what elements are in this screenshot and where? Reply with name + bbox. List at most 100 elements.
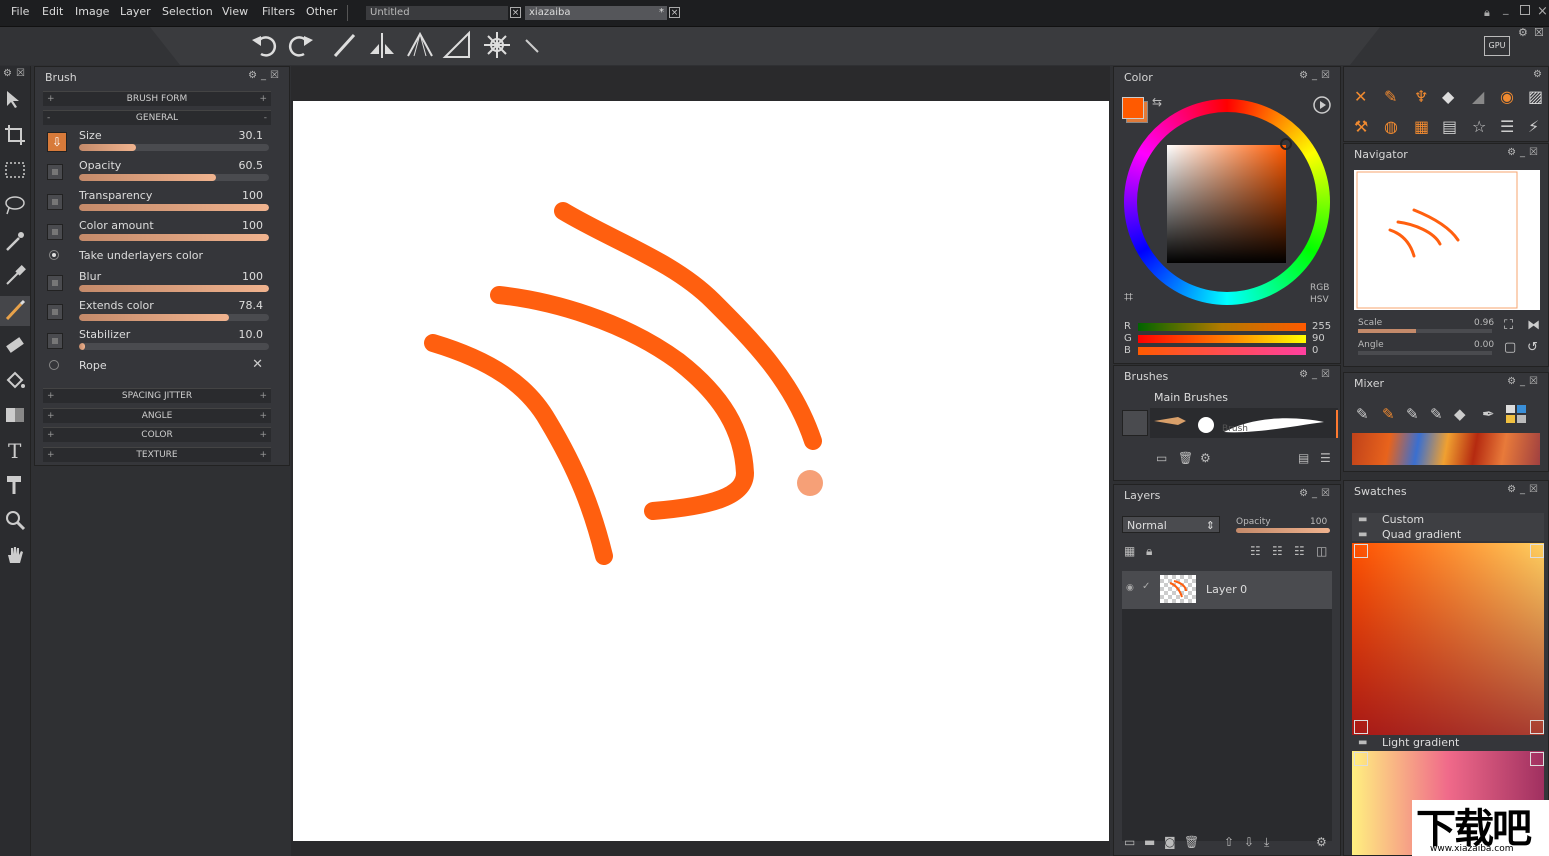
- transparency-lock-icon[interactable]: ▦: [1124, 544, 1135, 558]
- paintbrush-icon[interactable]: [3, 298, 27, 322]
- close-icon[interactable]: ×: [1537, 4, 1548, 19]
- reset-rotation-icon[interactable]: ↺: [1527, 340, 1538, 355]
- swatch-set-quad-gradient[interactable]: Quad gradient: [1382, 528, 1461, 541]
- tab-untitled[interactable]: Untitled: [366, 6, 508, 20]
- layers-icon[interactable]: ◆: [1442, 87, 1454, 106]
- list-icon[interactable]: ☰: [1500, 117, 1514, 136]
- brush-tool-icon[interactable]: [330, 30, 360, 60]
- color-picker-marker[interactable]: [1280, 138, 1292, 150]
- close-icon[interactable]: ☒: [1534, 26, 1544, 39]
- transform-icon[interactable]: ⚡︎: [1528, 117, 1539, 136]
- mode-hsv[interactable]: HSV: [1310, 295, 1329, 305]
- mode-rgb[interactable]: RGB: [1310, 283, 1329, 293]
- mixer-picker-icon[interactable]: ✒: [1482, 405, 1495, 423]
- menu-image[interactable]: Image: [75, 5, 109, 18]
- layer-name[interactable]: Layer 0: [1206, 583, 1247, 596]
- brush-settings-icon[interactable]: ✎: [1384, 87, 1397, 106]
- blend-mode-select[interactable]: Normal ⇕: [1122, 516, 1220, 533]
- gear-icon[interactable]: ⚙: [1507, 147, 1520, 158]
- menu-selection[interactable]: Selection: [162, 5, 213, 18]
- mixer-paint-icon[interactable]: ✎: [1382, 405, 1395, 423]
- undo-icon[interactable]: [249, 30, 279, 60]
- perspective-icon[interactable]: [405, 30, 435, 60]
- prop-blur[interactable]: Blur 100: [43, 269, 271, 297]
- b-channel-value[interactable]: 0: [1312, 345, 1318, 356]
- palette-icon[interactable]: ◍: [1384, 117, 1398, 136]
- quad-gradient-swatches[interactable]: [1352, 543, 1544, 735]
- lasso-icon[interactable]: [3, 193, 27, 217]
- paint-roller-icon[interactable]: [3, 473, 27, 497]
- g-channel-slider[interactable]: [1138, 335, 1306, 343]
- swatch-corner[interactable]: [1354, 544, 1368, 558]
- align-icon[interactable]: ☷: [1250, 544, 1261, 558]
- pressure-toggle-icon[interactable]: [47, 194, 63, 210]
- pressure-toggle-icon[interactable]: [47, 164, 63, 180]
- prop-stabilizer[interactable]: Stabilizer 10.0: [43, 327, 271, 355]
- gear-icon[interactable]: ⚙: [1518, 26, 1528, 39]
- swatch-set-custom[interactable]: Custom: [1382, 513, 1424, 526]
- ruler-icon[interactable]: [442, 30, 472, 60]
- fill-bucket-icon[interactable]: [3, 368, 27, 392]
- mixer-palette-icon[interactable]: [1506, 405, 1526, 423]
- close-icon[interactable]: ☒: [1321, 488, 1334, 499]
- move-down-icon[interactable]: ⇩: [1244, 835, 1254, 849]
- minimize-icon[interactable]: _: [1312, 369, 1321, 380]
- pressure-toggle-icon[interactable]: [47, 224, 63, 240]
- tools-icon[interactable]: ✕: [252, 357, 263, 372]
- actual-size-icon[interactable]: ▢: [1504, 340, 1516, 355]
- magic-wand-icon[interactable]: [3, 228, 27, 252]
- list-view-icon[interactable]: ☰: [1320, 451, 1331, 465]
- tab-close-icon[interactable]: ×: [510, 7, 521, 18]
- align-icon[interactable]: ◫: [1316, 544, 1327, 558]
- menu-filters[interactable]: Filters: [262, 5, 295, 18]
- size-slider[interactable]: [79, 144, 269, 151]
- close-icon[interactable]: ☒: [1321, 70, 1334, 81]
- gear-icon[interactable]: ⚙: [1299, 488, 1312, 499]
- image-icon[interactable]: ▨: [1528, 87, 1543, 106]
- gear-icon[interactable]: ⚙: [1299, 70, 1312, 81]
- zoom-icon[interactable]: [3, 508, 27, 532]
- star-icon[interactable]: ☆: [1472, 117, 1486, 136]
- rope-option[interactable]: Rope ✕: [43, 357, 271, 375]
- close-icon[interactable]: ☒: [1321, 369, 1334, 380]
- r-channel-value[interactable]: 255: [1312, 321, 1331, 332]
- swatch-corner[interactable]: [1354, 752, 1368, 766]
- section-general[interactable]: - GENERAL -: [43, 110, 271, 125]
- gear-icon[interactable]: ⚙: [1507, 376, 1520, 387]
- symmetry-icon[interactable]: [367, 30, 397, 60]
- minimize-icon[interactable]: _: [1520, 376, 1529, 387]
- mask-icon[interactable]: ◙: [1164, 835, 1176, 849]
- pressure-toggle-icon[interactable]: [47, 333, 63, 349]
- g-channel-value[interactable]: 90: [1312, 333, 1325, 344]
- navigator-preview[interactable]: [1354, 170, 1540, 310]
- text-tool-icon[interactable]: T: [3, 438, 27, 462]
- blur-slider[interactable]: [79, 285, 269, 292]
- swatch-corner[interactable]: [1530, 752, 1544, 766]
- section-spacing-jitter[interactable]: + SPACING JITTER +: [43, 388, 271, 403]
- transparency-slider[interactable]: [79, 204, 269, 211]
- extends-color-slider[interactable]: [79, 314, 269, 321]
- scale-slider[interactable]: [1358, 329, 1492, 333]
- menu-file[interactable]: File: [11, 5, 29, 18]
- mixer-brush-icon[interactable]: ✎: [1356, 405, 1369, 423]
- swatch-corner[interactable]: [1530, 544, 1544, 558]
- pressure-toggle-icon[interactable]: ⇩: [47, 132, 67, 152]
- pressure-toggle-icon[interactable]: [47, 304, 63, 320]
- menu-view[interactable]: View: [222, 5, 248, 18]
- trash-icon[interactable]: 🗑︎: [1178, 451, 1193, 465]
- drawing-canvas[interactable]: [293, 101, 1109, 841]
- mixer-blend-icon[interactable]: ✎: [1406, 405, 1419, 423]
- align-icon[interactable]: ☷: [1272, 544, 1283, 558]
- minimize-icon[interactable]: _: [1312, 70, 1321, 81]
- gradient-icon[interactable]: [3, 403, 27, 427]
- prop-transparency[interactable]: Transparency 100: [43, 188, 271, 216]
- folder-icon[interactable]: ▬: [1144, 835, 1155, 849]
- mixer-canvas[interactable]: [1352, 433, 1540, 465]
- gear-icon[interactable]: ⚙: [1200, 451, 1211, 465]
- menu-other[interactable]: Other: [306, 5, 337, 18]
- pencil-preset-icon[interactable]: [1152, 410, 1188, 432]
- maximize-icon[interactable]: [1520, 5, 1530, 15]
- minimize-icon[interactable]: _: [261, 70, 270, 81]
- angle-slider[interactable]: [1358, 351, 1492, 355]
- mixer-smudge-icon[interactable]: ✎: [1430, 405, 1443, 423]
